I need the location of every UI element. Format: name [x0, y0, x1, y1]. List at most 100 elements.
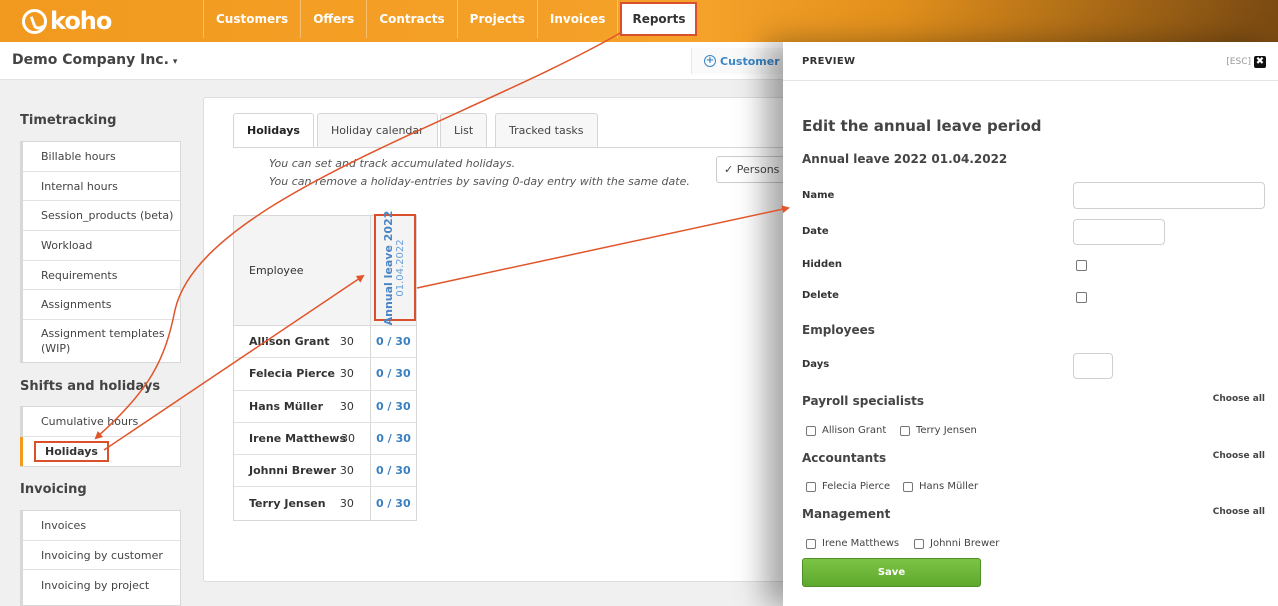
- sidebar-item-label: Session_products (beta): [41, 209, 174, 222]
- checkbox-icon: [806, 538, 816, 549]
- sidebar-item-invoicing-by-customer[interactable]: Invoicing by customer: [23, 541, 180, 570]
- checkbox-icon: [914, 538, 924, 549]
- checkbox-icon: [903, 481, 913, 492]
- date-input[interactable]: [1073, 219, 1165, 245]
- tab-holiday-calendar[interactable]: Holiday calendar: [317, 113, 438, 147]
- employees-heading: Employees: [802, 323, 875, 337]
- employee-checkbox-label: Hans Müller: [919, 481, 979, 492]
- sidebar-item-label: Invoices: [41, 519, 87, 532]
- group-payroll-specialists: Payroll specialists: [802, 394, 925, 408]
- sidebar-item-workload[interactable]: Workload: [23, 231, 180, 261]
- days-label: Days: [802, 359, 830, 370]
- employee-checkbox[interactable]: Hans Müller: [903, 481, 978, 492]
- sidebar-item-label: Cumulative hours: [41, 415, 139, 428]
- tab-holidays[interactable]: Holidays: [233, 113, 314, 147]
- table-row: Felecia Pierce 30 0 / 30: [234, 358, 416, 391]
- employee-checkbox-label: Allison Grant: [822, 425, 887, 436]
- days-input[interactable]: [1073, 353, 1113, 379]
- employee-name: Felecia Pierce: [249, 367, 336, 381]
- nav-reports[interactable]: Reports: [620, 2, 698, 36]
- period-date: 01.04.2022: [394, 238, 406, 297]
- sidebar-item-billable-hours[interactable]: Billable hours: [23, 142, 180, 172]
- tab-tracked-tasks[interactable]: Tracked tasks: [495, 113, 598, 147]
- checkbox-icon: [806, 425, 816, 436]
- employee-checkbox[interactable]: Johnni Brewer: [914, 538, 999, 549]
- sidebar-item-label: Holidays: [34, 441, 109, 462]
- preview-subheading: Annual leave 2022 01.04.2022: [802, 152, 1008, 166]
- employee-name: Terry Jensen: [249, 497, 326, 511]
- period-column-link[interactable]: Annual leave 2022 01.04.2022: [373, 210, 416, 325]
- plus-circle-icon: +: [704, 55, 716, 67]
- company-selector[interactable]: Demo Company Inc. ▾: [12, 52, 177, 68]
- employee-quota: 30: [339, 464, 354, 478]
- employee-quota: 30: [339, 367, 354, 381]
- sidebar-item-cumulative-hours[interactable]: Cumulative hours: [23, 407, 180, 437]
- info-text-line-2: You can remove a holiday-entries by savi…: [269, 175, 690, 188]
- nav-projects[interactable]: Projects: [456, 0, 537, 38]
- sidebar-heading-invoicing: Invoicing: [20, 482, 87, 497]
- holiday-grid: Employee Annual leave 2022 01.04.2022 Al…: [233, 210, 417, 521]
- main-nav: Customers Offers Contracts Projects Invo…: [203, 0, 698, 42]
- employee-name: Irene Matthews: [249, 432, 346, 446]
- holiday-balance-link[interactable]: 0 / 30: [369, 358, 416, 390]
- holiday-balance-link[interactable]: 0 / 30: [370, 422, 416, 455]
- sidebar-group-timetracking: Billable hours Internal hours Session_pr…: [20, 141, 181, 363]
- sidebar-item-requirements[interactable]: Requirements: [23, 261, 180, 290]
- close-icon: ✖: [1254, 56, 1266, 68]
- top-bar: koho Customers Offers Contracts Projects…: [0, 0, 1278, 42]
- sidebar-item-invoices[interactable]: Invoices: [23, 511, 180, 541]
- choose-all-accountants-button[interactable]: Choose all: [1213, 451, 1265, 461]
- group-management: Management: [802, 507, 891, 521]
- delete-checkbox[interactable]: [1076, 292, 1087, 303]
- holiday-balance-link[interactable]: 0 / 30: [369, 326, 416, 358]
- add-customer-label: Customer: [720, 54, 780, 68]
- preview-heading: Edit the annual leave period: [802, 117, 1042, 135]
- period-label: Annual leave 2022 01.04.2022: [382, 210, 407, 325]
- name-input[interactable]: [1073, 182, 1265, 209]
- koho-logo[interactable]: koho: [22, 7, 112, 35]
- sidebar-item-label: Invoicing by customer: [41, 548, 163, 562]
- esc-hint: [ESC]: [1226, 57, 1251, 67]
- nav-offers[interactable]: Offers: [300, 0, 366, 38]
- holiday-balance-link[interactable]: 0 / 30: [369, 390, 416, 422]
- preview-panel: PREVIEW [ESC] ✖ Edit the annual leave pe…: [783, 42, 1278, 606]
- sidebar-item-assignment-templates[interactable]: Assignment templates (WIP): [23, 320, 180, 362]
- caret-down-icon: ▾: [172, 57, 178, 67]
- choose-all-management-button[interactable]: Choose all: [1213, 507, 1265, 517]
- sidebar-item-label: Billable hours: [41, 150, 116, 163]
- sidebar-item-assignments[interactable]: Assignments: [23, 290, 180, 320]
- holiday-balance-link[interactable]: 0 / 30: [369, 455, 416, 487]
- holiday-balance-link[interactable]: 0 / 30: [369, 487, 416, 520]
- sidebar-item-label: Assignments: [41, 298, 112, 311]
- choose-all-payroll-button[interactable]: Choose all: [1213, 394, 1265, 404]
- save-button[interactable]: Save: [802, 558, 981, 587]
- nav-contracts[interactable]: Contracts: [366, 0, 456, 38]
- hidden-checkbox[interactable]: [1076, 260, 1087, 271]
- employee-quota: 30: [339, 399, 354, 413]
- grid-header: Employee Annual leave 2022 01.04.2022: [234, 210, 416, 326]
- tab-list[interactable]: List: [440, 113, 488, 147]
- sidebar-item-label: Internal hours: [41, 179, 118, 193]
- add-customer-button[interactable]: + Customer: [691, 48, 790, 74]
- sub-header: Demo Company Inc. ▾ + Customer: [0, 42, 790, 80]
- checkbox-icon: [806, 481, 816, 492]
- employee-checkbox-label: Johnni Brewer: [930, 538, 1000, 549]
- employee-quota: 30: [341, 432, 355, 446]
- preview-header: PREVIEW [ESC] ✖: [783, 42, 1278, 81]
- nav-customers[interactable]: Customers: [203, 0, 300, 38]
- sidebar-item-session-products[interactable]: Session_products (beta): [23, 201, 180, 231]
- sidebar-heading-shifts: Shifts and holidays: [20, 379, 161, 394]
- preview-close-button[interactable]: [ESC] ✖: [1226, 56, 1266, 68]
- sidebar-item-invoicing-by-project[interactable]: Invoicing by project: [23, 570, 180, 600]
- employee-checkbox[interactable]: Irene Matthews: [806, 538, 899, 549]
- employee-checkbox[interactable]: Felecia Pierce: [806, 481, 890, 492]
- sidebar-item-label: Workload: [41, 239, 93, 252]
- table-row: Johnni Brewer 30 0 / 30: [234, 455, 416, 488]
- sidebar-group-shifts: Cumulative hours Holidays: [20, 406, 181, 467]
- sidebar-item-holidays[interactable]: Holidays: [20, 437, 180, 466]
- nav-invoices[interactable]: Invoices: [536, 0, 619, 38]
- employee-quota: 30: [339, 497, 354, 511]
- employee-checkbox[interactable]: Allison Grant: [806, 425, 886, 436]
- sidebar-item-internal-hours[interactable]: Internal hours: [23, 172, 180, 201]
- employee-checkbox[interactable]: Terry Jensen: [900, 425, 977, 436]
